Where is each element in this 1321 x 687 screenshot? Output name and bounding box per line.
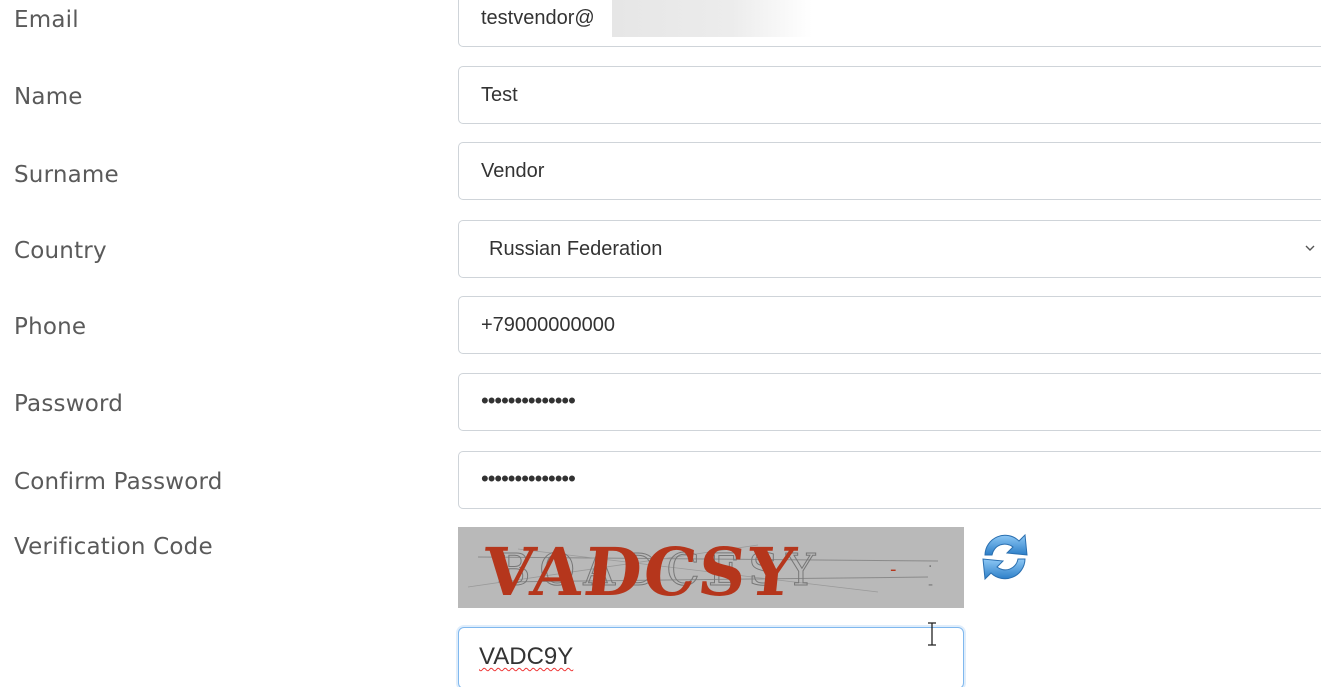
email-label: Email — [14, 7, 79, 33]
surname-value: Vendor — [481, 160, 545, 182]
verification-code-value: VADC9Y — [479, 643, 574, 670]
svg-text:-: - — [890, 559, 897, 580]
phone-label: Phone — [14, 314, 87, 340]
confirm-password-label: Confirm Password — [14, 469, 223, 495]
password-field[interactable]: •••••••••••••• — [458, 373, 1321, 431]
text-cursor-icon — [928, 622, 936, 646]
verification-code-label: Verification Code — [14, 534, 213, 560]
name-value: Test — [481, 84, 518, 106]
captcha-text: VADCSY — [478, 533, 801, 608]
password-value: •••••••••••••• — [481, 388, 576, 413]
country-select[interactable]: Russian Federation — [458, 220, 1321, 278]
phone-value: +79000000000 — [481, 314, 616, 336]
email-field[interactable]: testvendor@ — [458, 0, 1321, 47]
country-value: Russian Federation — [489, 238, 663, 260]
captcha-image: BOADCESY VADCSY - . - — [458, 527, 964, 608]
confirm-password-value: •••••••••••••• — [481, 466, 576, 491]
email-value: testvendor@ — [481, 7, 595, 29]
refresh-icon — [982, 533, 1028, 581]
verification-code-input[interactable]: VADC9Y — [458, 627, 964, 687]
svg-text:.: . — [928, 555, 932, 571]
surname-field[interactable]: Vendor — [458, 142, 1321, 200]
country-label: Country — [14, 238, 107, 264]
redacted-email-domain — [612, 0, 812, 37]
name-label: Name — [14, 84, 83, 110]
surname-label: Surname — [14, 162, 119, 188]
chevron-down-icon — [1305, 245, 1315, 251]
phone-field[interactable]: +79000000000 — [458, 296, 1321, 354]
svg-text:-: - — [928, 577, 933, 593]
refresh-captcha-button[interactable] — [975, 529, 1035, 585]
registration-form: Email testvendor@ Name Test Surname Vend… — [0, 0, 1321, 687]
password-label: Password — [14, 391, 124, 417]
name-field[interactable]: Test — [458, 66, 1321, 124]
confirm-password-field[interactable]: •••••••••••••• — [458, 451, 1321, 509]
